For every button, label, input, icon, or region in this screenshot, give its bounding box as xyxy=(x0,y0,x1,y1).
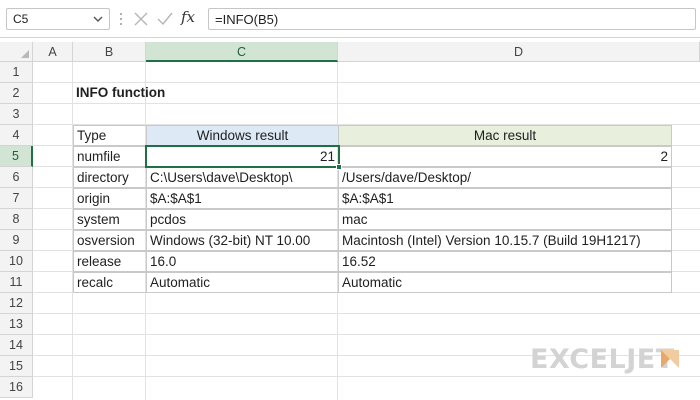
fill-handle[interactable] xyxy=(336,164,342,170)
cell-b7[interactable]: origin xyxy=(73,188,147,209)
header-type[interactable]: Type xyxy=(73,125,147,146)
row-header-7[interactable]: 7 xyxy=(0,188,33,209)
row-header-5[interactable]: 5 xyxy=(0,146,33,167)
row-header-12[interactable]: 12 xyxy=(0,293,33,314)
column-header-c[interactable]: C xyxy=(146,42,338,62)
cell-d10[interactable]: 16.52 xyxy=(338,251,672,272)
cell-c11[interactable]: Automatic xyxy=(146,272,339,293)
row-header-13[interactable]: 13 xyxy=(0,314,33,335)
row-header-3[interactable]: 3 xyxy=(0,104,33,125)
cell-d6[interactable]: /Users/dave/Desktop/ xyxy=(338,167,672,188)
cell-d5[interactable]: 2 xyxy=(338,146,672,167)
row-header-11[interactable]: 11 xyxy=(0,272,33,293)
formula-input[interactable]: =INFO(B5) xyxy=(208,8,696,30)
cell-d9[interactable]: Macintosh (Intel) Version 10.15.7 (Build… xyxy=(338,230,672,251)
formula-bar: C5 fx =INFO(B5) xyxy=(0,0,700,38)
row-header-16[interactable]: 16 xyxy=(0,377,33,398)
cell-b8[interactable]: system xyxy=(73,209,147,230)
column-header-a[interactable]: A xyxy=(33,42,73,62)
row-header-2[interactable]: 2 xyxy=(0,83,33,104)
exceljet-logo-mark-icon xyxy=(661,350,679,368)
chevron-down-icon[interactable] xyxy=(91,12,105,26)
cell-b11[interactable]: recalc xyxy=(73,272,147,293)
check-icon[interactable] xyxy=(155,9,175,29)
name-box-value: C5 xyxy=(13,12,29,26)
row-header-14[interactable]: 14 xyxy=(0,335,33,356)
cell-b5[interactable]: numfile xyxy=(73,146,147,167)
select-all-corner[interactable] xyxy=(0,42,33,62)
cell-c9[interactable]: Windows (32-bit) NT 10.00 xyxy=(146,230,339,251)
cell-c7[interactable]: $A:$A$1 xyxy=(146,188,339,209)
formula-text: =INFO(B5) xyxy=(215,12,279,27)
row-header-9[interactable]: 9 xyxy=(0,230,33,251)
row-header-6[interactable]: 6 xyxy=(0,167,33,188)
insert-function-icon[interactable]: fx xyxy=(181,8,201,28)
cell-d7[interactable]: $A:$A$1 xyxy=(338,188,672,209)
active-cell-selection[interactable] xyxy=(145,145,342,170)
row-header-4[interactable]: 4 xyxy=(0,125,33,146)
cancel-icon[interactable] xyxy=(131,9,151,29)
cell-d11[interactable]: Automatic xyxy=(338,272,672,293)
cell-c6[interactable]: C:\Users\dave\Desktop\ xyxy=(146,167,339,188)
exceljet-logo: EXCELJET xyxy=(530,344,675,375)
sheet-title[interactable]: INFO function xyxy=(73,83,333,104)
grip-dots-icon xyxy=(120,13,122,25)
cell-d8[interactable]: mac xyxy=(338,209,672,230)
header-mac-result[interactable]: Mac result xyxy=(338,125,672,146)
column-header-b[interactable]: B xyxy=(73,42,146,62)
cell-c10[interactable]: 16.0 xyxy=(146,251,339,272)
cell-b6[interactable]: directory xyxy=(73,167,147,188)
row-header-1[interactable]: 1 xyxy=(0,62,33,83)
header-windows-result[interactable]: Windows result xyxy=(146,125,339,146)
row-header-15[interactable]: 15 xyxy=(0,356,33,377)
row-header-10[interactable]: 10 xyxy=(0,251,33,272)
name-box[interactable]: C5 xyxy=(6,8,110,30)
cell-c8[interactable]: pcdos xyxy=(146,209,339,230)
cell-b10[interactable]: release xyxy=(73,251,147,272)
cell-b9[interactable]: osversion xyxy=(73,230,147,251)
column-header-d[interactable]: D xyxy=(338,42,700,62)
row-header-8[interactable]: 8 xyxy=(0,209,33,230)
